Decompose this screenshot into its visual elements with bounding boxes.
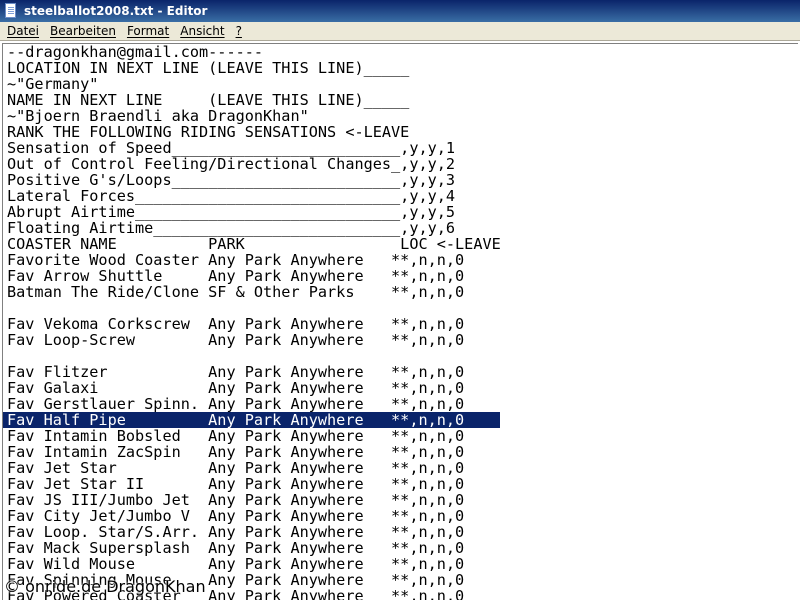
- text-line[interactable]: Fav Intamin ZacSpin Any Park Anywhere **…: [3, 444, 798, 460]
- menu-datei[interactable]: Datei: [3, 24, 43, 38]
- text-line[interactable]: COASTER NAME PARK LOC <-LEAVE: [3, 236, 798, 252]
- window-title: steelballot2008.txt - Editor: [24, 4, 208, 18]
- text-line[interactable]: Fav Flitzer Any Park Anywhere **,n,n,0: [3, 364, 798, 380]
- text-line[interactable]: RANK THE FOLLOWING RIDING SENSATIONS <-L…: [3, 124, 798, 140]
- text-line[interactable]: [3, 300, 798, 316]
- text-line[interactable]: ~"Germany": [3, 76, 798, 92]
- text-line[interactable]: Fav Jet Star Any Park Anywhere **,n,n,0: [3, 460, 798, 476]
- text-line[interactable]: Fav Wild Mouse Any Park Anywhere **,n,n,…: [3, 556, 798, 572]
- text-line[interactable]: Fav Intamin Bobsled Any Park Anywhere **…: [3, 428, 798, 444]
- text-line[interactable]: Abrupt Airtime__________________________…: [3, 204, 798, 220]
- copyright-watermark: © onride.de DragonKhan: [4, 577, 206, 596]
- menu-format[interactable]: Format: [123, 24, 173, 38]
- text-line[interactable]: Fav Vekoma Corkscrew Any Park Anywhere *…: [3, 316, 798, 332]
- text-line[interactable]: Sensation of Speed______________________…: [3, 140, 798, 156]
- text-editor-area[interactable]: --dragonkhan@gmail.com------ LOCATION IN …: [2, 43, 798, 600]
- text-line[interactable]: LOCATION IN NEXT LINE (LEAVE THIS LINE)_…: [3, 60, 798, 76]
- notepad-icon[interactable]: [4, 3, 18, 19]
- menu-help[interactable]: ?: [232, 24, 246, 38]
- text-line[interactable]: Fav Mack Supersplash Any Park Anywhere *…: [3, 540, 798, 556]
- menu-bearbeiten[interactable]: Bearbeiten: [46, 24, 120, 38]
- text-line[interactable]: Out of Control Feeling/Directional Chang…: [3, 156, 798, 172]
- selected-text-line[interactable]: Fav Half Pipe Any Park Anywhere **,n,n,0: [3, 412, 500, 428]
- text-line[interactable]: Fav Arrow Shuttle Any Park Anywhere **,n…: [3, 268, 798, 284]
- text-line[interactable]: Batman The Ride/Clone SF & Other Parks *…: [3, 284, 798, 300]
- text-line[interactable]: Fav Loop. Star/S.Arr. Any Park Anywhere …: [3, 524, 798, 540]
- text-line[interactable]: Favorite Wood Coaster Any Park Anywhere …: [3, 252, 798, 268]
- menu-ansicht[interactable]: Ansicht: [176, 24, 228, 38]
- text-line[interactable]: Lateral Forces__________________________…: [3, 188, 798, 204]
- text-line[interactable]: ~"Bjoern Braendli aka DragonKhan": [3, 108, 798, 124]
- text-line[interactable]: --dragonkhan@gmail.com------: [3, 44, 798, 60]
- text-line[interactable]: Floating Airtime________________________…: [3, 220, 798, 236]
- text-line[interactable]: Fav Jet Star II Any Park Anywhere **,n,n…: [3, 476, 798, 492]
- text-line[interactable]: Fav City Jet/Jumbo V Any Park Anywhere *…: [3, 508, 798, 524]
- text-line[interactable]: Fav Loop-Screw Any Park Anywhere **,n,n,…: [3, 332, 798, 348]
- text-line[interactable]: Fav Gerstlauer Spinn. Any Park Anywhere …: [3, 396, 798, 412]
- text-line[interactable]: [3, 348, 798, 364]
- title-bar[interactable]: steelballot2008.txt - Editor: [0, 0, 800, 22]
- text-line[interactable]: NAME IN NEXT LINE (LEAVE THIS LINE)_____: [3, 92, 798, 108]
- text-line[interactable]: Fav Galaxi Any Park Anywhere **,n,n,0: [3, 380, 798, 396]
- menu-bar: Datei Bearbeiten Format Ansicht ?: [0, 22, 800, 41]
- text-line[interactable]: Fav JS III/Jumbo Jet Any Park Anywhere *…: [3, 492, 798, 508]
- text-line[interactable]: Positive G's/Loops______________________…: [3, 172, 798, 188]
